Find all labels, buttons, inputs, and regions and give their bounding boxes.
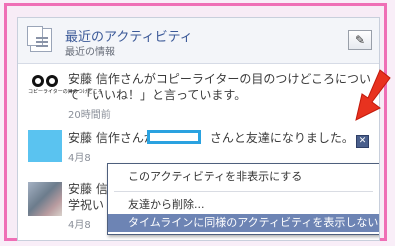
red-arrow-annotation — [355, 69, 391, 121]
user-name-link[interactable]: 安藤 信作 — [68, 131, 120, 145]
activity-text-line: て「いいね！」と言っています。 — [68, 88, 247, 102]
menu-item-hide-similar[interactable]: タイムラインに同様のアクティビティを表示しない... — [108, 214, 379, 232]
activity-text: さんと友達になりました。 — [209, 131, 354, 145]
redaction-box — [147, 130, 201, 144]
activity-timestamp[interactable]: 20時間前 — [68, 106, 111, 121]
panel-header: 最近のアクティビティ 最近の情報 ✎ — [18, 18, 379, 64]
activity-log-icon — [27, 26, 52, 52]
thumbnail-logo-text: コピーライターの目のつけどころ — [28, 89, 103, 95]
page-thumbnail[interactable]: コピーライターの目のつけどころ — [28, 70, 103, 104]
menu-divider — [114, 191, 373, 192]
activity-text-line: 安藤 信作さんがコピーライターの目のつけどころについ — [68, 72, 371, 87]
activity-timestamp[interactable]: 4月8 — [68, 216, 91, 231]
activity-text: さんがコピーライターの目のつけどころについ — [119, 72, 371, 86]
pencil-icon: ✎ — [354, 33, 366, 47]
edit-button[interactable]: ✎ — [348, 30, 372, 50]
activity-text-line: 安藤 信作さんが さんと友達になりました。 — [68, 131, 354, 146]
menu-item-remove-friend[interactable]: 友達から削除... — [108, 196, 379, 214]
activity-text-line: 学祝い — [68, 198, 105, 212]
menu-item-hide-activity[interactable]: このアクティビティを非表示にする — [108, 168, 379, 186]
panel-subtitle: 最近の情報 — [65, 47, 115, 58]
close-icon[interactable]: ✕ — [356, 135, 369, 148]
eye-logo-icon — [46, 75, 58, 87]
activity-timestamp[interactable]: 4月8 — [68, 149, 91, 164]
friend-thumbnail[interactable] — [28, 130, 62, 162]
activity-options-menu: このアクティビティを非表示にする 友達から削除... タイムラインに同様のアクテ… — [107, 163, 379, 235]
photo-thumbnail[interactable] — [28, 182, 62, 216]
eye-logo-icon — [32, 75, 44, 87]
recent-activity-panel: 最近のアクティビティ 最近の情報 ✎ コピーライターの目のつけどころ 安藤 信作… — [17, 17, 380, 241]
user-name-link[interactable]: 安藤 信作 — [68, 72, 120, 86]
